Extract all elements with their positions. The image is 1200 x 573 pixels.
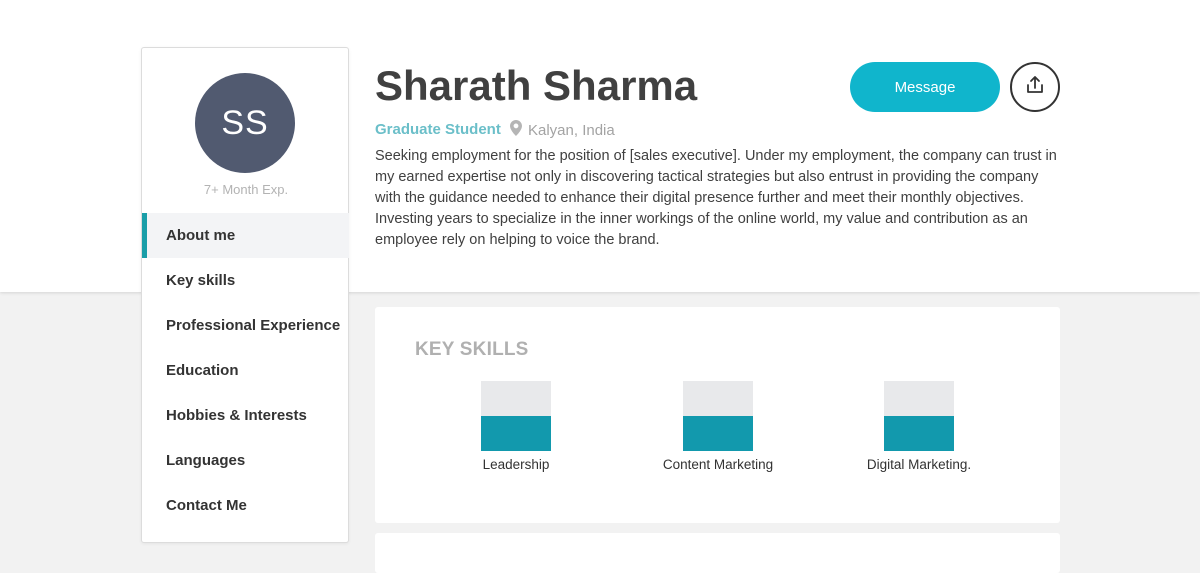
share-button[interactable] <box>1010 62 1060 112</box>
sidebar-item-professional-experience[interactable]: Professional Experience <box>142 303 349 348</box>
location-text: Kalyan, India <box>528 121 615 139</box>
sidebar-item-key-skills[interactable]: Key skills <box>142 258 349 303</box>
skill-level-fill <box>884 416 954 451</box>
skill-level-bar <box>884 381 954 451</box>
sidebar-nav: About me Key skills Professional Experie… <box>142 213 349 528</box>
skill-item: Content Marketing <box>638 381 798 472</box>
profile-bio: Seeking employment for the position of [… <box>375 148 1057 248</box>
profile-location: Kalyan, India <box>510 120 615 140</box>
experience-label: 7+ Month Exp. <box>203 182 289 197</box>
sidebar-item-about-me[interactable]: About me <box>142 213 349 258</box>
key-skills-card: KEY SKILLS Leadership Content Marketing … <box>375 307 1060 523</box>
skill-level-bar <box>481 381 551 451</box>
skill-level-fill <box>481 416 551 451</box>
sidebar-item-contact-me[interactable]: Contact Me <box>142 483 349 528</box>
next-section-card <box>375 533 1060 573</box>
sidebar-item-education[interactable]: Education <box>142 348 349 393</box>
map-pin-icon <box>510 120 522 140</box>
avatar: SS <box>195 73 295 173</box>
share-upload-icon <box>1025 75 1045 100</box>
skill-item: Leadership <box>436 381 596 472</box>
skill-level-fill <box>683 416 753 451</box>
skill-label: Leadership <box>482 457 550 472</box>
skill-label: Digital Marketing. <box>866 457 972 472</box>
profile-role: Graduate Student <box>375 121 501 138</box>
skill-item: Digital Marketing. <box>839 381 999 472</box>
skill-label: Content Marketing <box>662 457 774 472</box>
sidebar-item-hobbies-interests[interactable]: Hobbies & Interests <box>142 393 349 438</box>
message-button[interactable]: Message <box>850 62 1000 112</box>
key-skills-title: KEY SKILLS <box>415 339 529 360</box>
skill-level-bar <box>683 381 753 451</box>
profile-sidebar: SS 7+ Month Exp. About me Key skills Pro… <box>141 47 349 543</box>
sidebar-item-languages[interactable]: Languages <box>142 438 349 483</box>
profile-name: Sharath Sharma <box>375 62 698 109</box>
